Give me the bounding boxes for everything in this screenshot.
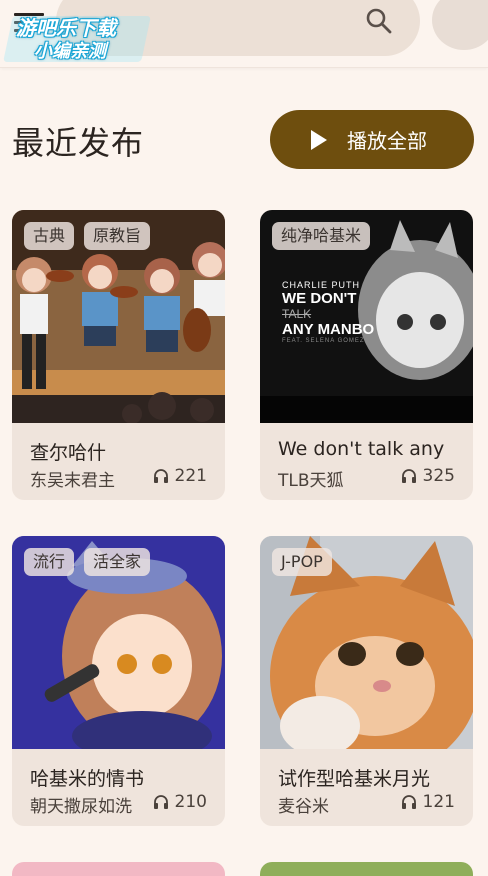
headphones-icon bbox=[401, 469, 416, 483]
song-card[interactable]: 流行 活全家 哈基米的情书 朝天撒尿如洗 210 bbox=[12, 536, 225, 826]
play-count-value: 221 bbox=[174, 466, 207, 486]
art-text-line: ANY MANBO bbox=[282, 321, 375, 338]
top-app-bar: 游吧乐下载 小编亲测 bbox=[0, 0, 488, 68]
song-card[interactable]: 古典 原教旨 查尔哈什 东吴末君主 221 bbox=[12, 210, 225, 500]
headphones-icon bbox=[153, 795, 168, 809]
song-card[interactable]: J-POP 试作型哈基米月光 麦谷米 121 bbox=[260, 536, 473, 826]
play-all-button[interactable]: 播放全部 bbox=[270, 110, 474, 169]
art-text-feat: FEAT. SELENA GOMEZ bbox=[282, 338, 365, 344]
play-count: 121 bbox=[401, 792, 455, 812]
search-icon[interactable] bbox=[364, 6, 394, 36]
song-title: 查尔哈什 bbox=[30, 442, 107, 464]
play-count: 325 bbox=[401, 466, 455, 486]
song-artist: 麦谷米 bbox=[278, 797, 329, 817]
play-count-value: 210 bbox=[174, 792, 207, 812]
section-title: 最近发布 bbox=[12, 124, 145, 162]
avatar[interactable] bbox=[432, 0, 488, 50]
genre-tag[interactable]: 纯净哈基米 bbox=[272, 222, 371, 250]
play-icon bbox=[311, 129, 327, 150]
play-count: 210 bbox=[153, 792, 207, 812]
art-text-artist: CHARLIE PUTH bbox=[282, 280, 361, 290]
song-title: 哈基米的情书 bbox=[30, 768, 145, 790]
play-count-value: 325 bbox=[422, 466, 455, 486]
watermark-logo: 游吧乐下载 小编亲测 bbox=[3, 10, 151, 68]
play-count-value: 121 bbox=[422, 792, 455, 812]
song-artist: 东吴末君主 bbox=[30, 471, 115, 491]
headphones-icon bbox=[401, 795, 416, 809]
genre-tag[interactable]: 流行 bbox=[24, 548, 75, 576]
song-card-peek[interactable] bbox=[260, 862, 473, 876]
genre-tag[interactable]: J-POP bbox=[272, 548, 332, 576]
genre-tag[interactable]: 原教旨 bbox=[84, 222, 151, 250]
art-text-line: WE DON'T bbox=[282, 290, 357, 307]
art-text-line: TALK bbox=[282, 307, 312, 321]
headphones-icon bbox=[153, 469, 168, 483]
play-count: 221 bbox=[153, 466, 207, 486]
genre-tag[interactable]: 古典 bbox=[24, 222, 75, 250]
song-title: 试作型哈基米月光 bbox=[278, 768, 431, 790]
song-card[interactable]: CHARLIE PUTH WE DON'T TALK ANY MANBO FEA… bbox=[260, 210, 473, 500]
song-card-peek[interactable] bbox=[12, 862, 225, 876]
song-artist: 朝天撒尿如洗 bbox=[30, 797, 132, 817]
play-all-label: 播放全部 bbox=[347, 129, 427, 153]
song-title: We don't talk any bbox=[278, 438, 445, 460]
genre-tag[interactable]: 活全家 bbox=[84, 548, 151, 576]
song-artist: TLB天狐 bbox=[278, 471, 344, 491]
watermark-line2: 小编亲测 bbox=[34, 41, 106, 62]
